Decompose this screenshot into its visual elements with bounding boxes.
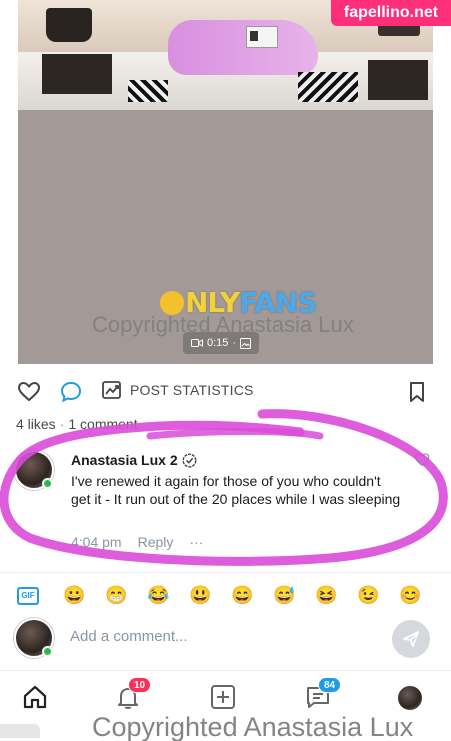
- comments-count[interactable]: 1 comment: [68, 416, 137, 432]
- likes-count[interactable]: 4 likes: [16, 416, 56, 432]
- emoji-beaming[interactable]: 😁: [105, 584, 127, 606]
- emoji-bar: GIF 😀 😁 😂 😃 😄 😅 😆 😉 😊: [0, 572, 451, 616]
- site-watermark-tag: fapellino.net: [331, 0, 451, 26]
- send-comment-button[interactable]: [392, 620, 430, 658]
- emoji-sweat-smile[interactable]: 😅: [273, 584, 295, 606]
- emoji-tears-of-joy[interactable]: 😂: [147, 584, 169, 606]
- add-post-icon[interactable]: [209, 683, 237, 711]
- verified-badge-icon: [182, 452, 197, 468]
- system-bar-corner: [0, 724, 40, 738]
- image-icon: [240, 337, 252, 349]
- bookmark-icon[interactable]: [405, 380, 429, 404]
- nightstand-left: [42, 54, 112, 94]
- gif-button[interactable]: GIF: [17, 587, 39, 605]
- online-status-dot: [42, 478, 53, 489]
- watermark-bottom: Copyrighted Anastasia Lux: [92, 712, 414, 741]
- online-status-dot: [42, 646, 53, 657]
- reply-button[interactable]: Reply: [138, 534, 174, 550]
- notifications-badge: 10: [128, 677, 152, 693]
- messages-nav[interactable]: 84: [304, 677, 342, 711]
- post-media[interactable]: NLYFANS Copyrighted Anastasia Lux 0:15 ·: [0, 0, 451, 364]
- video-duration: 0:15: [207, 337, 229, 349]
- comment-like-icon[interactable]: [414, 452, 430, 468]
- post-meta: 4 likes · 1 comment: [16, 416, 138, 432]
- photo-subject: [168, 20, 318, 75]
- more-options-icon[interactable]: ···: [189, 534, 203, 550]
- add-comment-row: Add a comment...: [0, 616, 451, 662]
- messages-badge: 84: [318, 677, 342, 693]
- zebra-blanket: [298, 72, 358, 102]
- notifications-nav[interactable]: 10: [114, 677, 152, 711]
- comment-author[interactable]: Anastasia Lux 2: [71, 452, 197, 468]
- emoji-smiling-eyes[interactable]: 😊: [399, 584, 421, 606]
- comment-bubble-icon[interactable]: [59, 380, 83, 404]
- heart-icon[interactable]: [17, 380, 41, 404]
- chart-icon: [102, 381, 121, 399]
- meta-separator: ·: [59, 416, 65, 432]
- emoji-grinning[interactable]: 😀: [63, 584, 85, 606]
- video-camera-icon: [191, 339, 203, 347]
- comment-footer: 4:04 pm Reply ···: [71, 534, 203, 550]
- send-icon: [403, 631, 419, 647]
- video-duration-badge: 0:15 ·: [183, 332, 260, 354]
- photo-sticker: [246, 26, 278, 48]
- comment-author-name: Anastasia Lux 2: [71, 452, 178, 468]
- emoji-grinning-big-eyes[interactable]: 😃: [189, 584, 211, 606]
- profile-avatar[interactable]: [398, 686, 422, 710]
- post-statistics-label: POST STATISTICS: [130, 382, 254, 398]
- post-actions: POST STATISTICS: [0, 372, 451, 412]
- zebra-pillow: [128, 80, 168, 102]
- emoji-squinting[interactable]: 😆: [315, 584, 337, 606]
- emoji-grinning-smiling-eyes[interactable]: 😄: [231, 584, 253, 606]
- emoji-winking[interactable]: 😉: [357, 584, 379, 606]
- comment-text: I've renewed it again for those of you w…: [71, 473, 401, 507]
- comment-time: 4:04 pm: [71, 534, 122, 550]
- post-statistics-button[interactable]: POST STATISTICS: [102, 380, 254, 400]
- nightstand-right: [368, 60, 428, 100]
- badge-separator: ·: [232, 337, 237, 349]
- add-comment-input[interactable]: Add a comment...: [70, 628, 188, 645]
- home-icon[interactable]: [21, 683, 49, 711]
- lamp-left: [46, 8, 92, 42]
